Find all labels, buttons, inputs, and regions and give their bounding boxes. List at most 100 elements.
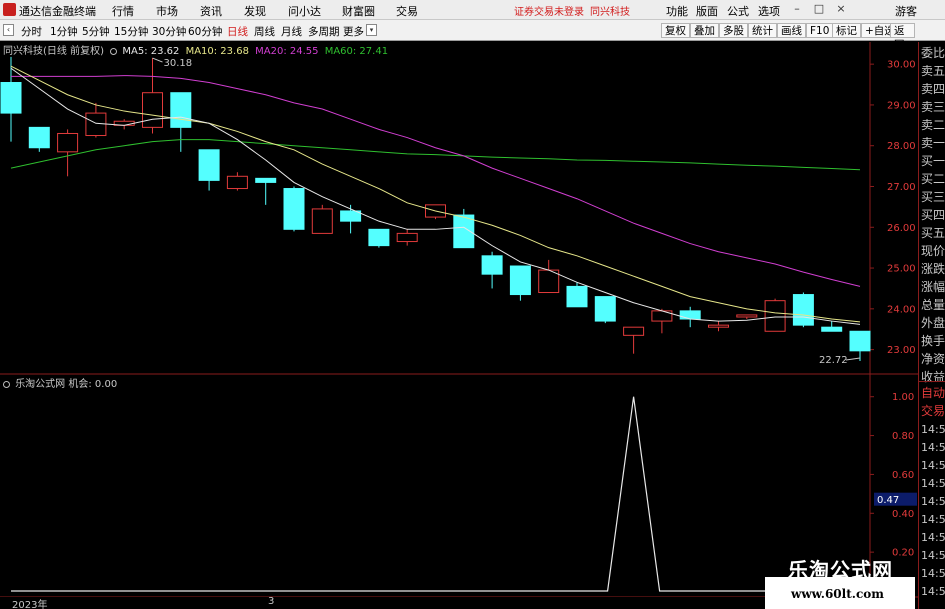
- side-label-2: 卖四: [921, 82, 945, 96]
- side-label-10: 买五: [921, 226, 945, 240]
- indicator-name: 乐淘公式网: [15, 379, 66, 390]
- period-60min[interactable]: 60分钟: [188, 24, 222, 39]
- user-guest[interactable]: 游客: [895, 3, 917, 19]
- draw-line-button[interactable]: 画线: [777, 23, 806, 38]
- menu-jiaoyi[interactable]: 交易: [396, 3, 418, 19]
- side-label-14: 总量: [921, 298, 945, 312]
- y-tick-label: 28.00: [887, 141, 916, 152]
- watermark-url: www.60lt.com: [791, 587, 884, 601]
- menu-xuanxiang[interactable]: 选项: [758, 3, 780, 19]
- app-logo-icon: [3, 3, 16, 16]
- menu-hangqing[interactable]: 行情: [112, 3, 134, 19]
- indicator-tick-label: 1.00: [892, 392, 914, 403]
- ma60-line: [10, 139, 861, 171]
- app-window: 通达信金融终端 行情 市场 资讯 发现 问小达 财富圈 交易 证券交易未登录 同…: [0, 0, 945, 609]
- low-price-label: 22.72: [819, 355, 848, 366]
- period-5min[interactable]: 5分钟: [82, 24, 110, 39]
- fuquan-button[interactable]: 复权: [661, 23, 690, 38]
- indicator-line: [11, 396, 860, 592]
- side-tab-1[interactable]: 交易: [921, 402, 945, 420]
- stock-period-label: 同兴科技(日线 前复权): [3, 46, 104, 57]
- login-notice[interactable]: 证券交易未登录: [514, 3, 584, 18]
- side-divider: [919, 381, 945, 382]
- candle-down: [255, 177, 277, 183]
- period-1min[interactable]: 1分钟: [50, 24, 78, 39]
- candle-down: [170, 92, 192, 128]
- candle-up: [708, 324, 729, 328]
- tick-time-0: 14:55: [921, 423, 945, 436]
- indicator-tick-label: 0.40: [892, 509, 914, 520]
- minimize-icon[interactable]: –: [790, 2, 804, 16]
- tick-time-9: 14:56: [921, 585, 945, 598]
- stats-button[interactable]: 统计: [748, 23, 777, 38]
- y-tick-label: 27.00: [887, 182, 916, 193]
- menu-faxian[interactable]: 发现: [244, 3, 266, 19]
- candle-down: [792, 294, 814, 326]
- candle-up: [396, 232, 418, 243]
- settings-dot-icon[interactable]: [110, 48, 118, 55]
- period-15min[interactable]: 15分钟: [114, 24, 148, 39]
- candle-up: [226, 175, 248, 190]
- candle-down: [566, 285, 588, 308]
- menu-banmian[interactable]: 版面: [696, 3, 718, 19]
- indicator-tick-label: 0.80: [892, 431, 914, 442]
- watermark-title: 乐淘公式网: [788, 558, 893, 582]
- indicator-tick-label: 0.20: [892, 548, 914, 559]
- mark-button[interactable]: 标记: [832, 23, 861, 38]
- side-label-1: 卖五: [921, 64, 945, 78]
- candle-down: [481, 255, 503, 275]
- dropdown-icon[interactable]: ▾: [366, 24, 377, 36]
- tick-time-5: 14:56: [921, 513, 945, 526]
- candle-down: [368, 228, 390, 247]
- date-label-month: 3: [268, 596, 275, 607]
- ma5-line: [10, 67, 861, 325]
- maximize-icon[interactable]: □: [812, 2, 826, 16]
- side-label-0: 委比: [921, 46, 945, 60]
- y-tick-label: 25.00: [887, 264, 916, 275]
- tick-time-3: 14:56: [921, 477, 945, 490]
- side-label-16: 换手: [921, 334, 945, 348]
- ma60-label: MA60: 27.41: [324, 46, 389, 57]
- return-button[interactable]: 返回: [890, 23, 915, 51]
- side-label-13: 涨幅: [921, 280, 945, 294]
- tick-time-6: 14:56: [921, 531, 945, 544]
- candle-down: [509, 265, 531, 296]
- chart-area[interactable]: 30.00 29.00 28.00 27.00 26.00 25.00 24.00 23.00…: [0, 42, 918, 609]
- period-more[interactable]: 更多: [343, 24, 364, 39]
- side-label-8: 买三: [921, 190, 945, 204]
- period-daily[interactable]: 日线: [227, 24, 248, 39]
- candle-down: [198, 149, 220, 181]
- menu-shichang[interactable]: 市场: [156, 3, 178, 19]
- period-monthly[interactable]: 月线: [281, 24, 302, 39]
- candle-down: [849, 330, 871, 352]
- candlestick-chart-svg[interactable]: 30.00 29.00 28.00 27.00 26.00 25.00 24.00 23.00…: [0, 42, 918, 609]
- multi-stock-button[interactable]: 多股: [719, 23, 748, 38]
- candle-down: [821, 326, 843, 332]
- side-label-5: 卖一: [921, 136, 945, 150]
- period-fenshi[interactable]: 分时: [21, 24, 42, 39]
- candle-up: [85, 112, 107, 137]
- nav-back-icon[interactable]: ‹: [3, 24, 14, 36]
- side-label-9: 买四: [921, 208, 945, 222]
- f10-button[interactable]: F10: [806, 23, 834, 38]
- stock-title: 同兴科技: [590, 7, 630, 18]
- side-label-17: 净资: [921, 352, 945, 366]
- menu-zixun[interactable]: 资讯: [200, 3, 222, 19]
- tick-time-4: 14:56: [921, 495, 945, 508]
- close-icon[interactable]: ×: [834, 2, 848, 16]
- overlay-button[interactable]: 叠加: [690, 23, 719, 38]
- ma10-line: [10, 65, 861, 323]
- indicator-tick-label: 0.60: [892, 470, 914, 481]
- menu-gongneng[interactable]: 功能: [666, 3, 688, 19]
- period-multi[interactable]: 多周期: [308, 24, 340, 39]
- period-30min[interactable]: 30分钟: [152, 24, 186, 39]
- candle-up: [623, 326, 645, 336]
- side-tab-0[interactable]: 自动: [921, 384, 945, 402]
- side-label-7: 买二: [921, 172, 945, 186]
- side-label-6: 买一: [921, 154, 945, 168]
- indicator-settings-dot-icon[interactable]: [3, 381, 10, 388]
- menu-wenxiaoda[interactable]: 问小达: [288, 3, 321, 19]
- menu-gongshi[interactable]: 公式: [727, 3, 749, 19]
- period-weekly[interactable]: 周线: [254, 24, 275, 39]
- menu-caifuquan[interactable]: 财富圈: [342, 3, 375, 19]
